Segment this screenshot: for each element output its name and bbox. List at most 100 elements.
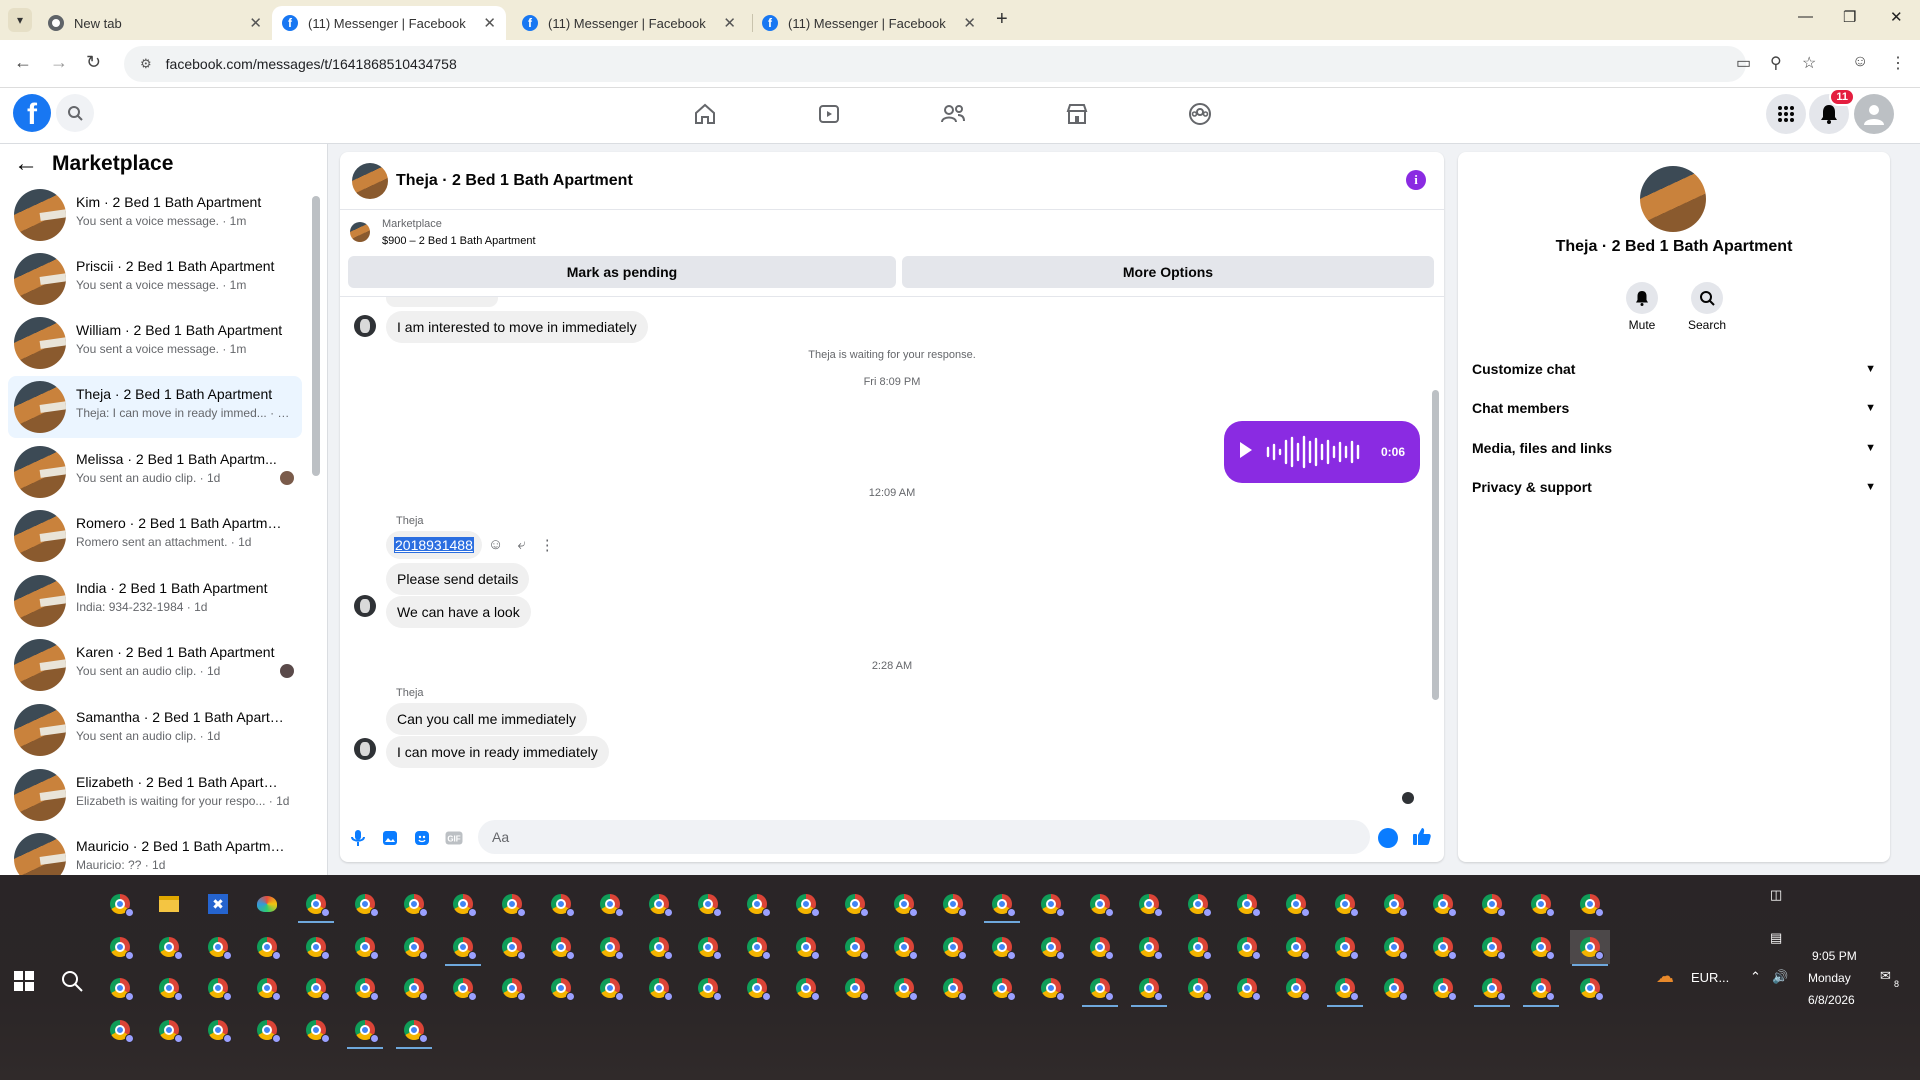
conversation-item[interactable]: Mauricio · 2 Bed 1 Bath Apartme... Mauri… (8, 828, 302, 875)
taskbar-app-icon[interactable] (1423, 971, 1463, 1005)
media-files-links-section[interactable]: Media, files and links ▼ (1472, 433, 1876, 463)
browser-menu-icon[interactable]: ⋮ (1890, 53, 1906, 73)
site-info-icon[interactable]: ⚙ (140, 56, 152, 72)
taskbar-app-icon[interactable] (247, 887, 287, 921)
taskbar-app-icon[interactable] (100, 1013, 140, 1047)
chat-scrollbar[interactable] (1432, 390, 1439, 700)
taskbar-app-icon[interactable] (541, 971, 581, 1005)
taskbar-app-icon[interactable] (247, 1013, 287, 1047)
taskbar-app-icon[interactable] (1031, 887, 1071, 921)
windows-start-icon[interactable] (14, 971, 34, 991)
taskbar-app-icon[interactable] (639, 930, 679, 964)
taskbar-app-icon[interactable] (394, 887, 434, 921)
clock-date[interactable]: 6/8/2026 (1808, 993, 1855, 1007)
selected-text[interactable]: 2018931488 (394, 537, 474, 553)
taskbar-app-icon[interactable] (1521, 887, 1561, 921)
thumbs-up-icon[interactable] (1412, 826, 1432, 846)
taskbar-app-icon[interactable] (1227, 971, 1267, 1005)
back-arrow-icon[interactable]: ← (14, 52, 32, 73)
taskbar-app-icon[interactable] (1570, 930, 1610, 966)
notifications-button[interactable]: 11 (1809, 88, 1855, 134)
taskbar-app-icon[interactable] (639, 887, 679, 921)
taskbar-app-icon[interactable] (1129, 971, 1169, 1007)
microphone-icon[interactable] (348, 828, 368, 848)
reload-icon[interactable]: ↻ (86, 52, 101, 73)
conversation-item[interactable]: Melissa · 2 Bed 1 Bath Apartm... You sen… (8, 441, 302, 503)
video-icon[interactable] (813, 98, 845, 130)
zoom-icon[interactable]: ⚲ (1770, 53, 1782, 73)
taskbar-app-icon[interactable] (296, 971, 336, 1005)
profile-avatar[interactable] (1640, 166, 1706, 232)
taskbar-app-icon[interactable] (492, 887, 532, 921)
taskbar-app-icon[interactable] (884, 930, 924, 964)
close-icon[interactable]: ✕ (249, 14, 262, 32)
taskbar-app-icon[interactable] (1031, 930, 1071, 964)
profile-icon[interactable]: ☺ (1852, 53, 1868, 71)
gif-icon[interactable]: GIF (444, 828, 464, 848)
taskbar-app-icon[interactable] (1521, 930, 1561, 964)
taskbar-app-icon[interactable] (639, 971, 679, 1005)
taskbar-app-icon[interactable]: ✖ (198, 887, 238, 921)
taskbar-app-icon[interactable] (1521, 971, 1561, 1007)
tab-messenger-3[interactable]: f (11) Messenger | Facebook ✕ (752, 6, 986, 40)
taskbar-app-icon[interactable] (345, 930, 385, 964)
listing-thumbnail[interactable] (350, 222, 370, 242)
window-close-icon[interactable]: ✕ (1890, 8, 1903, 26)
taskbar-app-icon[interactable] (1129, 887, 1169, 921)
taskbar-app-icon[interactable] (394, 1013, 434, 1049)
taskbar-app-icon[interactable] (1570, 971, 1610, 1005)
tray-label[interactable]: EUR... (1691, 970, 1729, 985)
taskbar-app-icon[interactable] (1570, 887, 1610, 921)
taskbar-app-icon[interactable] (345, 887, 385, 921)
listing-title[interactable]: $900 – 2 Bed 1 Bath Apartment (382, 235, 536, 247)
back-arrow-icon[interactable]: ← (14, 150, 38, 178)
conversation-item[interactable]: Priscii · 2 Bed 1 Bath Apartment You sen… (8, 248, 302, 310)
volume-icon[interactable]: 🔊 (1772, 969, 1788, 985)
taskbar-app-icon[interactable] (1374, 887, 1414, 921)
taskbar-app-icon[interactable] (1276, 930, 1316, 964)
notification-center-icon[interactable]: ✉ (1880, 968, 1891, 984)
conversation-item[interactable]: India · 2 Bed 1 Bath Apartment India: 93… (8, 570, 302, 632)
taskbar-app-icon[interactable] (1325, 971, 1365, 1007)
taskbar-app-icon[interactable] (1374, 971, 1414, 1005)
install-app-icon[interactable]: ▭ (1736, 53, 1751, 73)
info-icon[interactable]: i (1406, 170, 1426, 190)
close-icon[interactable]: ✕ (963, 14, 976, 32)
conversation-item[interactable]: Samantha · 2 Bed 1 Bath Apartm... You se… (8, 699, 302, 761)
tab-new-tab[interactable]: New tab ✕ (38, 6, 272, 40)
conversation-item-active[interactable]: Theja · 2 Bed 1 Bath Apartment Theja: I … (8, 376, 302, 438)
weather-icon[interactable]: ☁ (1656, 966, 1674, 987)
conversation-item[interactable]: Kim · 2 Bed 1 Bath Apartment You sent a … (8, 184, 302, 246)
react-emoji-icon[interactable]: ☺ (488, 536, 503, 554)
conversation-item[interactable]: Romero · 2 Bed 1 Bath Apartment Romero s… (8, 505, 302, 567)
friends-icon[interactable] (937, 98, 969, 130)
taskbar-app-icon[interactable] (541, 930, 581, 964)
taskbar-app-icon[interactable] (1227, 887, 1267, 921)
taskbar-app-icon[interactable] (149, 887, 189, 921)
clock-day[interactable]: Monday (1808, 971, 1851, 985)
taskbar-app-icon[interactable] (1276, 971, 1316, 1005)
message-bubble-selected[interactable]: 2018931488 (386, 531, 482, 559)
mark-as-pending-button[interactable]: Mark as pending (348, 256, 896, 288)
taskbar-app-icon[interactable] (345, 1013, 385, 1049)
taskbar-app-icon[interactable] (737, 971, 777, 1005)
account-avatar[interactable] (1854, 94, 1894, 134)
message-bubble[interactable]: Please send details (386, 563, 530, 595)
taskbar-app-icon[interactable] (737, 887, 777, 921)
new-tab-plus-icon[interactable]: + (996, 8, 1008, 31)
message-input[interactable]: Aa (478, 820, 1370, 854)
taskbar-app-icon[interactable] (1080, 971, 1120, 1007)
more-icon[interactable]: ⋮ (540, 536, 555, 554)
taskbar-app-icon[interactable] (786, 930, 826, 964)
taskbar-app-icon[interactable] (1423, 930, 1463, 964)
taskbar-app-icon[interactable] (443, 930, 483, 966)
taskbar-app-icon[interactable] (590, 930, 630, 964)
message-bubble[interactable]: Can you call me immediately (386, 703, 587, 735)
reply-icon[interactable]: ⤶ (517, 536, 525, 554)
address-bar[interactable]: ⚙ facebook.com/messages/t/16418685104347… (124, 46, 1746, 82)
message-bubble[interactable]: I am interested to move in immediately (386, 311, 648, 343)
taskbar-app-icon[interactable] (1178, 971, 1218, 1005)
forward-arrow-icon[interactable]: → (50, 52, 68, 73)
home-icon[interactable] (689, 98, 721, 130)
conversation-item[interactable]: Elizabeth · 2 Bed 1 Bath Apartm... Eliza… (8, 764, 302, 826)
